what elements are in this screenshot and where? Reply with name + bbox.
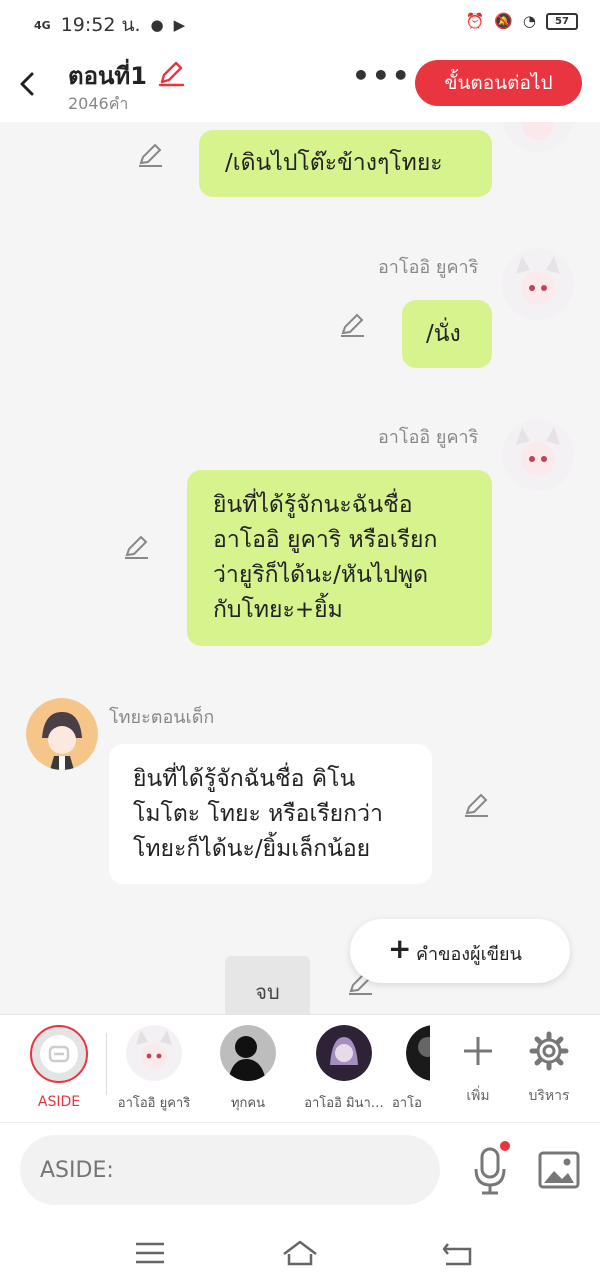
message-bubble[interactable]: /เดินไปโต๊ะข้างๆโทยะ bbox=[199, 130, 492, 197]
character-avatar bbox=[406, 1025, 430, 1081]
line-icon: ● bbox=[150, 16, 164, 34]
message-line: กับโทยะ+ยิ้ม bbox=[213, 597, 343, 623]
microphone-icon[interactable] bbox=[470, 1145, 510, 1197]
character-avatar bbox=[126, 1025, 182, 1081]
divider bbox=[106, 1033, 107, 1095]
alarm-icon: ⏰ bbox=[465, 12, 485, 30]
message-line: โทยะก็ได้นะ/ยิ้มเล็กน้อย bbox=[133, 836, 371, 862]
word-count: 2046คำ bbox=[68, 94, 129, 113]
more-options-button[interactable]: ••• bbox=[352, 62, 410, 98]
character-name: อาโออิ ยูคาริ bbox=[117, 1096, 191, 1111]
character-name: ทุกคน bbox=[230, 1096, 266, 1111]
speaker-name: อาโออิ ยูคาริ bbox=[378, 427, 479, 448]
edit-title-icon[interactable] bbox=[156, 58, 186, 88]
input-bar bbox=[0, 1122, 600, 1219]
character-avatar bbox=[502, 248, 574, 320]
writer-note-label: คำของผู้เขียน bbox=[416, 944, 522, 965]
wifi-icon: ◔ bbox=[522, 12, 536, 30]
message-bubble[interactable]: ยินที่ได้รู้จักฉันชื่อ คิโน โมโตะ โทยะ ห… bbox=[109, 744, 432, 884]
manage-label: บริหาร bbox=[528, 1088, 570, 1104]
mute-icon: 🔕 bbox=[494, 12, 513, 30]
youtube-icon: ▶ bbox=[173, 16, 186, 34]
add-writer-note-button[interactable]: + คำของผู้เขียน bbox=[350, 919, 570, 983]
gear-icon bbox=[529, 1031, 569, 1071]
header: ตอนที่1 2046คำ ••• ขั้นตอนต่อไป bbox=[0, 46, 600, 122]
edit-message-icon[interactable] bbox=[136, 140, 166, 170]
status-time: 19:52 น. bbox=[60, 14, 141, 36]
message-line: อาโออิ ยูคาริ หรือเรียก bbox=[213, 527, 438, 553]
character-avatar bbox=[316, 1025, 372, 1081]
next-step-button[interactable]: ขั้นตอนต่อไป bbox=[415, 60, 582, 106]
message-bubble[interactable]: ยินที่ได้รู้จักนะฉันชื่อ อาโออิ ยูคาริ ห… bbox=[187, 470, 492, 646]
edit-message-icon[interactable] bbox=[462, 790, 492, 820]
back-button[interactable] bbox=[14, 66, 44, 102]
chat-bubble-icon bbox=[30, 1025, 88, 1083]
notification-dot bbox=[500, 1141, 510, 1151]
plus-icon: + bbox=[388, 932, 412, 965]
message-bubble[interactable]: /นั่ง bbox=[402, 300, 492, 368]
message-line: โมโตะ โทยะ หรือเรียกว่า bbox=[133, 801, 383, 827]
battery-icon: 57 bbox=[546, 12, 578, 30]
character-item[interactable]: อาโออิ ยูคาริ bbox=[108, 1025, 200, 1113]
character-name: อาโออิ มินา… bbox=[304, 1096, 384, 1111]
manage-button[interactable]: บริหาร bbox=[514, 1029, 584, 1107]
speaker-name: อาโออิ ยูคาริ bbox=[378, 257, 479, 278]
add-label: เพิ่ม bbox=[466, 1088, 490, 1104]
character-name: อาโอ bbox=[392, 1096, 422, 1111]
message-line: ยินที่ได้รู้จักนะฉันชื่อ bbox=[213, 492, 413, 518]
character-item[interactable]: ทุกคน bbox=[202, 1025, 294, 1113]
character-item[interactable]: อาโอ bbox=[392, 1025, 430, 1113]
network-indicator: 4G bbox=[34, 18, 51, 32]
aside-label: ASIDE bbox=[37, 1094, 81, 1110]
plus-icon bbox=[464, 1037, 492, 1065]
episode-title: ตอนที่1 bbox=[68, 62, 147, 90]
status-bar: 4G 19:52 น. ● ▶ ⏰ 🔕 ◔ 57 bbox=[0, 0, 600, 46]
edit-message-icon[interactable] bbox=[338, 310, 368, 340]
home-icon[interactable] bbox=[280, 1236, 320, 1270]
character-avatar bbox=[502, 419, 574, 491]
character-avatar bbox=[502, 122, 574, 152]
navigation-bar bbox=[0, 1218, 600, 1287]
aside-input[interactable] bbox=[20, 1135, 440, 1205]
character-avatar bbox=[220, 1025, 276, 1081]
aside-tab[interactable]: ASIDE bbox=[14, 1025, 104, 1110]
end-button[interactable]: จบ bbox=[225, 956, 310, 1014]
add-character-button[interactable]: เพิ่ม bbox=[443, 1029, 513, 1107]
menu-icon[interactable] bbox=[130, 1236, 170, 1270]
back-nav-icon[interactable] bbox=[438, 1236, 478, 1270]
character-avatar bbox=[26, 698, 98, 770]
message-line: ว่ายูริก็ได้นะ/หันไปพูด bbox=[213, 562, 429, 588]
message-line: ยินที่ได้รู้จักฉันชื่อ คิโน bbox=[133, 766, 356, 792]
character-item[interactable]: อาโออิ มินา… bbox=[296, 1025, 392, 1113]
chat-area[interactable]: /เดินไปโต๊ะข้างๆโทยะ อาโออิ ยูคาริ /นั่ง… bbox=[0, 122, 600, 1014]
image-icon[interactable] bbox=[538, 1151, 580, 1189]
edit-message-icon[interactable] bbox=[122, 532, 152, 562]
speaker-name: โทยะตอนเด็ก bbox=[109, 707, 215, 728]
character-bar: ASIDE อาโออิ ยูคาริ ทุกคน อาโออิ มินา… อ… bbox=[0, 1014, 600, 1123]
